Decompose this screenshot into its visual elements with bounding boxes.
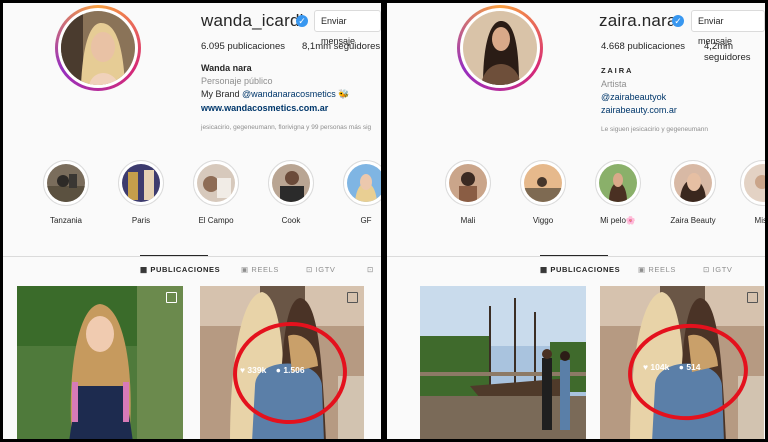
verified-icon: ✓ xyxy=(672,15,684,27)
highlight-cover xyxy=(197,164,235,202)
posts-count: 4.668 publicaciones xyxy=(601,41,685,52)
tagged-icon[interactable]: ⊡ xyxy=(367,265,374,274)
multi-post-icon xyxy=(747,292,758,303)
followers-count[interactable]: 8,1mm seguidores xyxy=(302,41,380,52)
send-message-button[interactable]: Enviar mensaje xyxy=(691,10,765,46)
bio-text: My Brand xyxy=(201,89,243,99)
highlight-zaira-beauty[interactable]: Zaira Beauty xyxy=(663,160,723,225)
website-link[interactable]: www.wandacosmetics.com.ar xyxy=(201,103,328,113)
tab-publicaciones[interactable]: ▦ PUBLICACIONES xyxy=(540,265,620,274)
tabs-divider xyxy=(387,256,765,257)
tab-igtv[interactable]: ⊡ IGTV xyxy=(306,265,335,274)
bio-mention-link[interactable]: @zairabeautyok xyxy=(601,92,666,102)
profile-name: Z A I R A xyxy=(601,66,632,75)
grid-icon: ▦ xyxy=(540,265,548,274)
highlight-mi-pelo[interactable]: Mi pelo🌸 xyxy=(588,160,648,225)
active-tab-indicator xyxy=(540,255,608,256)
highlight-cover xyxy=(122,164,160,202)
igtv-icon: ⊡ xyxy=(703,265,710,274)
highlight-tanzania[interactable]: Tanzania xyxy=(36,160,96,225)
verified-icon: ✓ xyxy=(296,15,308,27)
website-link[interactable]: zairabeauty.com.ar xyxy=(601,105,677,115)
highlight-cook[interactable]: Cook xyxy=(261,160,321,225)
profile-category: Personaje público xyxy=(201,76,273,86)
multi-post-icon xyxy=(166,292,177,303)
tab-publicaciones[interactable]: ▦ PUBLICACIONES xyxy=(140,265,220,274)
tab-reels[interactable]: ▣ REELS xyxy=(638,265,676,274)
profile-avatar[interactable] xyxy=(457,5,543,91)
highlight-mali[interactable]: Mali xyxy=(438,160,498,225)
igtv-icon: ⊡ xyxy=(306,265,313,274)
highlight-cover xyxy=(744,164,765,202)
multi-post-icon xyxy=(347,292,358,303)
highlight-cover xyxy=(449,164,487,202)
post-thumbnail-2[interactable]: ♥ 104k ● 514 xyxy=(600,286,764,439)
highlight-cover xyxy=(272,164,310,202)
highlight-paris[interactable]: Paris xyxy=(111,160,171,225)
profile-category: Artista xyxy=(601,79,627,89)
profile-avatar[interactable] xyxy=(55,5,141,91)
avatar-photo xyxy=(61,11,135,85)
profile-panel-right: zaira.nara ✓ Enviar mensaje 4.668 public… xyxy=(387,3,765,439)
bio-mention-link[interactable]: @wandanaracosmetics xyxy=(242,89,336,99)
reels-icon: ▣ xyxy=(241,265,249,274)
send-message-button[interactable]: Enviar mensaje xyxy=(314,10,381,46)
highlight-cover xyxy=(347,164,381,202)
highlight-gf[interactable]: GF xyxy=(336,160,381,225)
post-thumbnail-2[interactable]: ♥ 339k ● 1.506 xyxy=(200,286,364,439)
flower-emoji: 🌸 xyxy=(625,216,636,225)
post-thumbnail-1[interactable] xyxy=(17,286,183,439)
highlight-cover xyxy=(524,164,562,202)
followers-count[interactable]: 4,2mm seguidores xyxy=(704,41,765,63)
highlight-mis-t[interactable]: Mis t xyxy=(733,160,765,225)
highlight-viggo[interactable]: Viggo xyxy=(513,160,573,225)
followed-by[interactable]: Le siguen jesicacirio y gegeneumann xyxy=(601,126,708,133)
profile-name: Wanda nara xyxy=(201,63,252,73)
followed-by[interactable]: jesicacirio, gegeneumann, florivigna y 9… xyxy=(201,124,371,131)
tab-igtv[interactable]: ⊡ IGTV xyxy=(703,265,732,274)
highlight-cover xyxy=(47,164,85,202)
tabs-divider xyxy=(3,256,381,257)
post-thumbnail-1[interactable] xyxy=(420,286,586,439)
profile-username: zaira.nara xyxy=(599,11,677,30)
active-tab-indicator xyxy=(140,255,208,256)
highlight-el-campo[interactable]: El Campo xyxy=(186,160,246,225)
highlight-cover xyxy=(599,164,637,202)
tab-reels[interactable]: ▣ REELS xyxy=(241,265,279,274)
reels-icon: ▣ xyxy=(638,265,646,274)
highlight-cover xyxy=(674,164,712,202)
avatar-photo xyxy=(463,11,537,85)
posts-count: 6.095 publicaciones xyxy=(201,41,285,52)
profile-username: wanda_icardi xyxy=(201,11,304,30)
profile-bio: My Brand @wandanaracosmetics 🐝 xyxy=(201,89,349,100)
profile-panel-left: wanda_icardi ✓ Enviar mensaje 6.095 publ… xyxy=(3,3,381,439)
bee-emoji: 🐝 xyxy=(338,89,350,99)
grid-icon: ▦ xyxy=(140,265,148,274)
